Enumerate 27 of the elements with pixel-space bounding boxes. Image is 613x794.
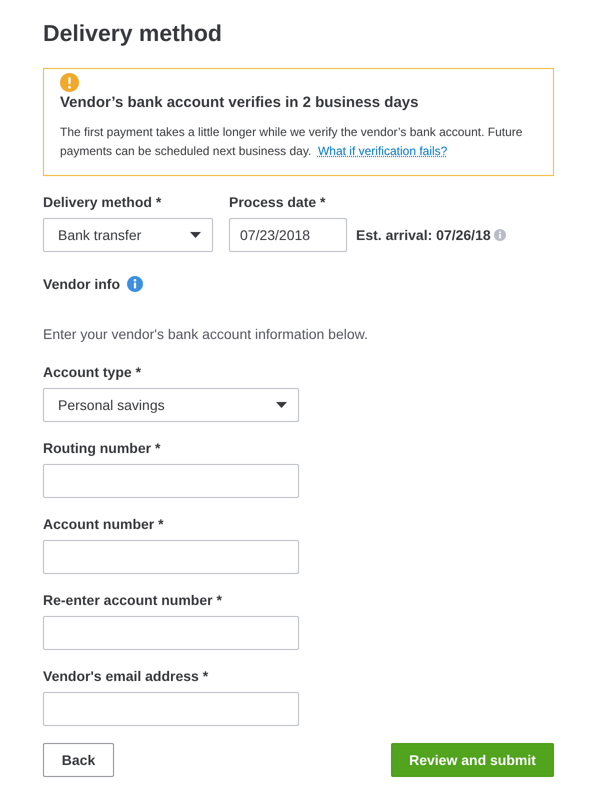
caret-icon: [276, 402, 287, 408]
section-heading: Vendor info: [43, 275, 120, 293]
field-label: Routing number *: [43, 439, 162, 457]
field-label: Process date *: [229, 193, 326, 211]
alert-heading: Vendor’s bank account verifies in 2 business days: [60, 93, 420, 113]
field-label: Vendor's email address *: [43, 667, 210, 685]
date-field[interactable]: 07/23/2018: [229, 218, 347, 252]
field-label: Account number *: [43, 515, 165, 533]
back-button[interactable]: Back: [43, 743, 114, 777]
instructions-text: Enter your vendor's bank account information below.: [43, 325, 369, 343]
verification-help-link[interactable]: What if verification fails?: [318, 144, 448, 158]
page-title: Delivery method: [43, 19, 223, 48]
alert-message: The first payment takes a little longer while we verify the vendor’s bank account. Future payments can be scheduled next business day. What if verification fails?: [60, 124, 524, 160]
field-label: Re-enter account number *: [43, 591, 223, 609]
dropdown[interactable]: Personal savings: [43, 388, 299, 422]
caret-icon: [190, 232, 201, 238]
dropdown[interactable]: Bank transfer: [43, 218, 213, 252]
info-icon[interactable]: [127, 276, 143, 292]
info-icon[interactable]: [494, 229, 506, 241]
arrival-estimate: Est. arrival: 07/26/18: [356, 227, 491, 243]
warning-icon: [60, 73, 79, 92]
field-label: Delivery method *: [43, 193, 162, 211]
input-field[interactable]: [43, 464, 299, 498]
input-field[interactable]: [43, 616, 299, 650]
input-field[interactable]: [43, 540, 299, 574]
input-field[interactable]: [43, 692, 299, 726]
field-label: Account type *: [43, 363, 142, 381]
